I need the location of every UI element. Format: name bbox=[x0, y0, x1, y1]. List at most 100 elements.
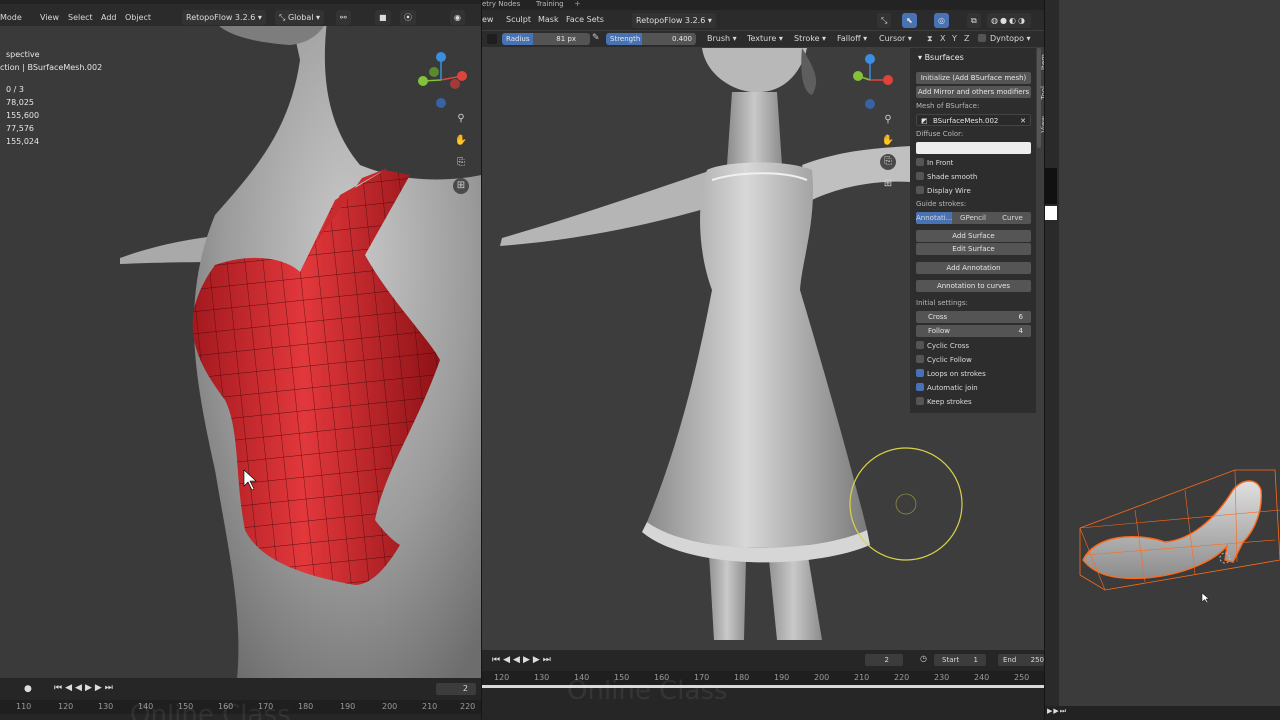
add-mirror-button[interactable]: Add Mirror and others modifiers bbox=[916, 86, 1031, 98]
menu-view[interactable]: ew bbox=[482, 13, 493, 27]
brush-preview[interactable] bbox=[487, 34, 497, 44]
initialize-button[interactable]: Initialize (Add BSurface mesh) bbox=[916, 72, 1031, 84]
right-sidebar-strip bbox=[1045, 0, 1059, 720]
area-divider[interactable] bbox=[481, 0, 482, 720]
cyclic-follow-checkbox[interactable]: Cyclic Follow bbox=[916, 355, 972, 364]
start-frame-field[interactable]: Start 1 bbox=[934, 654, 986, 666]
in-front-checkbox[interactable]: In Front bbox=[916, 158, 953, 167]
retopoflow-dropdown[interactable]: RetopoFlow 3.2.6 ▾ bbox=[182, 10, 266, 25]
cross-field[interactable]: Cross 6 bbox=[916, 311, 1031, 323]
menu-sculpt[interactable]: Sculpt bbox=[506, 13, 531, 27]
proportional-toggle[interactable]: ⦿ bbox=[400, 10, 416, 25]
clear-icon[interactable]: ✕ bbox=[1020, 115, 1026, 127]
shading-modes[interactable]: ◍●◐◑ bbox=[987, 13, 1031, 28]
gizmo-toggle[interactable]: ◉ bbox=[450, 10, 465, 25]
xray-toggle[interactable]: ⧉ bbox=[967, 13, 981, 28]
bsurfaces-title[interactable]: ▾ Bsurfaces bbox=[918, 53, 964, 62]
diffuse-color-swatch[interactable] bbox=[916, 142, 1031, 154]
guide-option-curve[interactable]: Curve bbox=[994, 212, 1031, 224]
left-viewport[interactable]: Mode View Select Add Object RetopoFlow 3… bbox=[0, 0, 481, 720]
automatic-join-checkbox[interactable]: Automatic join bbox=[916, 383, 978, 392]
workspace-tab-training[interactable]: Training bbox=[536, 0, 564, 8]
y-axis-icon bbox=[418, 76, 428, 86]
display-wire-checkbox[interactable]: Display Wire bbox=[916, 186, 971, 195]
axis-y-toggle[interactable]: Y bbox=[952, 34, 957, 43]
add-annotation-button[interactable]: Add Annotation bbox=[916, 262, 1031, 274]
strength-slider[interactable]: Strength 0.400 bbox=[606, 33, 696, 45]
axis-x-toggle[interactable]: X bbox=[940, 34, 945, 43]
menu-stroke[interactable]: Stroke ▾ bbox=[794, 32, 826, 46]
menu-texture[interactable]: Texture ▾ bbox=[747, 32, 783, 46]
end-frame-field[interactable]: End 250 bbox=[998, 654, 1044, 666]
playback-controls[interactable]: ▶▶⏭ bbox=[1047, 707, 1067, 716]
keep-strokes-checkbox[interactable]: Keep strokes bbox=[916, 397, 972, 406]
cyclic-cross-checkbox[interactable]: Cyclic Cross bbox=[916, 341, 969, 350]
add-surface-button[interactable]: Add Surface bbox=[916, 230, 1031, 242]
camera-icon[interactable]: ⎘ bbox=[880, 154, 896, 170]
grid-icon[interactable]: ⊞ bbox=[880, 176, 896, 192]
menu-view[interactable]: View bbox=[40, 11, 59, 25]
axis-gizmo[interactable] bbox=[412, 48, 472, 110]
follow-field[interactable]: Follow 4 bbox=[916, 325, 1031, 337]
edit-surface-button[interactable]: Edit Surface bbox=[916, 243, 1031, 255]
tick: 250 bbox=[1014, 673, 1030, 682]
menu-add[interactable]: Add bbox=[101, 11, 117, 25]
tick: 120 bbox=[58, 702, 74, 711]
menu-select[interactable]: Select bbox=[68, 11, 93, 25]
tick: 190 bbox=[340, 702, 356, 711]
overlay-toggle[interactable]: ■ bbox=[375, 10, 391, 25]
radius-slider[interactable]: Radius 81 px bbox=[502, 33, 590, 45]
axis-gizmo[interactable] bbox=[852, 50, 902, 112]
shading-icons: ◍●◐◑ bbox=[991, 16, 1027, 25]
clock-icon[interactable]: ◷ bbox=[920, 654, 927, 663]
zoom-icon[interactable]: ⚲ bbox=[880, 112, 896, 128]
menu-dyntopo[interactable]: Dyntopo ▾ bbox=[990, 32, 1031, 46]
camera-icon[interactable]: ⎘ bbox=[453, 155, 469, 171]
pan-hand-icon[interactable]: ✋ bbox=[880, 133, 896, 149]
overlays-toggle[interactable]: ◎ bbox=[934, 13, 949, 28]
z-axis-icon bbox=[436, 52, 446, 62]
menu-cursor[interactable]: Cursor ▾ bbox=[879, 32, 912, 46]
annotation-to-curves-button[interactable]: Annotation to curves bbox=[916, 280, 1031, 292]
menu-falloff[interactable]: Falloff ▾ bbox=[837, 32, 867, 46]
stat-edges: 155,600 bbox=[6, 111, 40, 120]
stat-view-name: spective bbox=[6, 50, 40, 59]
zoom-icon[interactable]: ⚲ bbox=[453, 111, 469, 127]
workspace-tab-geometry[interactable]: etry Nodes bbox=[482, 0, 520, 8]
menu-mask[interactable]: Mask bbox=[538, 13, 559, 27]
chevron-down-icon: ▾ bbox=[316, 13, 321, 22]
retopoflow-label: RetopoFlow 3.2.6 bbox=[186, 13, 256, 22]
loops-on-strokes-checkbox[interactable]: Loops on strokes bbox=[916, 369, 986, 378]
grid-icon[interactable]: ⊞ bbox=[453, 178, 469, 194]
retopoflow-dropdown[interactable]: RetopoFlow 3.2.6 ▾ bbox=[632, 13, 716, 28]
brush-center bbox=[895, 493, 917, 515]
add-workspace-icon[interactable]: + bbox=[574, 0, 581, 8]
current-frame-field[interactable]: 2 bbox=[436, 683, 476, 695]
axis-z-toggle[interactable]: Z bbox=[964, 34, 969, 43]
dyntopo-checkbox[interactable] bbox=[978, 34, 986, 42]
menu-face-sets[interactable]: Face Sets bbox=[566, 13, 604, 27]
mesh-selector[interactable]: ◩ BSurfaceMesh.002 ✕ bbox=[916, 114, 1031, 126]
playback-controls[interactable]: ⏮◀◀▶▶⏭ bbox=[54, 683, 116, 693]
orientation-dropdown[interactable]: ⤡ Global ▾ bbox=[275, 10, 325, 25]
menu-brush[interactable]: Brush ▾ bbox=[707, 32, 737, 46]
cursor-icon: ⬉ bbox=[906, 16, 913, 25]
symmetry-icon[interactable]: ⧗ bbox=[927, 34, 933, 44]
orientation-label: Global bbox=[287, 13, 314, 22]
area-divider[interactable] bbox=[1044, 0, 1045, 720]
orientation-toggle[interactable]: ⤡ bbox=[877, 13, 892, 28]
snap-toggle[interactable]: ⚯ bbox=[336, 10, 351, 25]
shade-smooth-checkbox[interactable]: Shade smooth bbox=[916, 172, 977, 181]
tick: 200 bbox=[814, 673, 830, 682]
current-frame-field[interactable]: 2 bbox=[865, 654, 903, 666]
record-icon[interactable]: ● bbox=[24, 684, 32, 694]
pan-hand-icon[interactable]: ✋ bbox=[453, 133, 469, 149]
menu-mode[interactable]: Mode bbox=[0, 11, 22, 25]
guide-option-annotation[interactable]: Annotati... bbox=[916, 212, 952, 224]
menu-object[interactable]: Object bbox=[125, 11, 151, 25]
playback-controls[interactable]: ⏮◀◀▶▶⏭ bbox=[492, 655, 554, 665]
guide-option-gpencil[interactable]: GPencil bbox=[954, 212, 992, 224]
right-viewport[interactable]: ▶▶⏭ bbox=[1045, 0, 1280, 720]
pen-pressure-icon[interactable]: ✎ bbox=[592, 33, 600, 43]
select-toggle[interactable]: ⬉ bbox=[902, 13, 917, 28]
